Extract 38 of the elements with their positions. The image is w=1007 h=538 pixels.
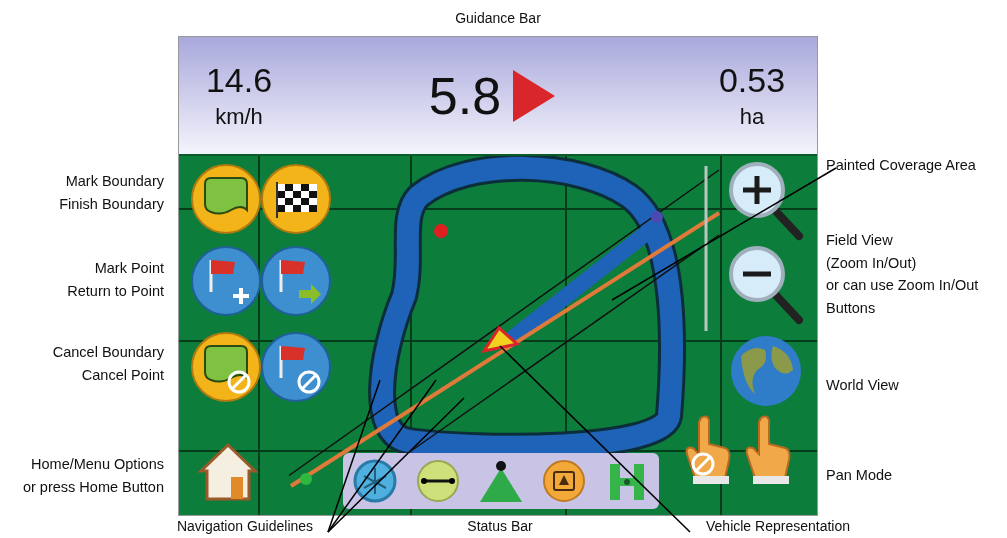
callout-label: Status Bar: [467, 518, 533, 534]
callout-label: Home/Menu Options: [31, 455, 164, 474]
callout-label: Mark Point: [94, 259, 164, 278]
callout-label: Painted Coverage Area: [826, 156, 976, 175]
checkered-flag-icon[interactable]: [261, 164, 331, 234]
area-value: 0.53: [718, 61, 786, 100]
cross-track-value: 5.8: [428, 65, 502, 126]
boom-icon[interactable]: [477, 458, 524, 504]
speed-value: 14.6: [205, 61, 273, 100]
callout-label: Mark Boundary: [65, 172, 164, 191]
speed-unit: km/h: [215, 104, 263, 130]
point-marker: [651, 211, 663, 223]
callout-label: Pan Mode: [826, 466, 893, 485]
guideline-mode-icon[interactable]: [414, 458, 461, 504]
callout-label: Buttons: [826, 298, 877, 318]
callout-label: Cancel Boundary: [52, 343, 164, 362]
boundary-cancel-icon[interactable]: [191, 332, 261, 402]
callout-label: or press Home Button: [22, 478, 164, 497]
flag-plus-icon[interactable]: [191, 246, 261, 316]
home-icon[interactable]: [197, 441, 259, 503]
flag-cancel-icon[interactable]: [261, 332, 331, 402]
callout-label: Return to Point: [67, 282, 164, 301]
satellite-icon[interactable]: [351, 458, 398, 504]
vehicle-icon: [480, 325, 521, 354]
callout-label: Cancel Point: [81, 366, 164, 385]
area-unit: ha: [739, 104, 765, 130]
callout-label: Vehicle Representation: [706, 518, 850, 534]
callout-label: World View: [826, 376, 899, 395]
point-marker: [434, 224, 448, 238]
callout-label: or can use Zoom In/Out: [826, 276, 979, 295]
callout-label: Field View: [826, 231, 894, 250]
callout-label: Navigation Guidelines: [176, 518, 314, 534]
vehicle-view-icon[interactable]: [541, 458, 588, 504]
callout-label: (Zoom In/Out): [826, 253, 918, 273]
point-marker: [300, 473, 312, 485]
figure-caption: Guidance Bar: [454, 9, 542, 28]
callout-label: Finish Boundary: [59, 195, 164, 214]
boundary-icon[interactable]: [191, 164, 261, 234]
